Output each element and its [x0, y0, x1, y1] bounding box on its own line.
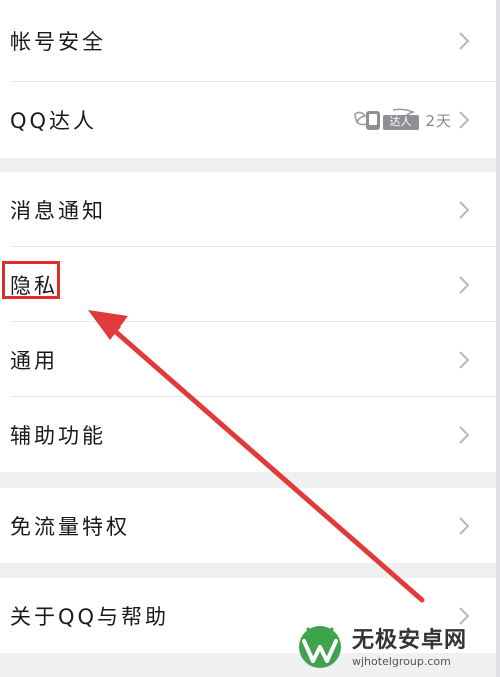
settings-item-label: 辅助功能: [10, 423, 106, 448]
settings-item-notifications[interactable]: 消息通知: [0, 172, 496, 247]
settings-group-account: 帐号安全 QQ达人 达人 2天: [0, 0, 496, 158]
watermark-logo-icon: [299, 626, 341, 668]
settings-item-accessibility[interactable]: 辅助功能: [0, 397, 496, 472]
qq-daren-badge-icon: 达人: [353, 108, 420, 132]
settings-item-label: 帐号安全: [10, 30, 106, 54]
watermark-name: 无极安卓网: [352, 628, 468, 653]
settings-item-qq-daren[interactable]: QQ达人 达人 2天: [0, 82, 496, 158]
chevron-right-icon: [456, 350, 472, 370]
qq-daren-status: 达人 2天: [353, 108, 452, 132]
settings-item-label: 消息通知: [10, 198, 106, 223]
settings-group-data-saver: 免流量特权: [0, 488, 496, 563]
chevron-right-icon: [456, 425, 472, 445]
settings-item-privacy[interactable]: 隐私: [0, 247, 496, 322]
settings-page: 帐号安全 QQ达人 达人 2天 消息通知 隐私 通用 辅助功能 免流量特权 关于…: [0, 0, 500, 677]
chevron-right-icon: [456, 110, 472, 130]
settings-item-account-security[interactable]: 帐号安全: [0, 0, 496, 82]
settings-item-label: 通用: [10, 348, 58, 373]
watermark-url: wjhotelgroup.com: [352, 655, 451, 668]
daren-days-count: 2天: [425, 111, 452, 130]
settings-item-label: 免流量特权: [10, 514, 130, 539]
site-watermark: 无极安卓网 wjhotelgroup.com: [294, 619, 490, 671]
settings-item-label: QQ达人: [10, 109, 98, 133]
chevron-right-icon: [456, 31, 472, 51]
settings-group-general: 消息通知 隐私 通用 辅助功能: [0, 172, 496, 472]
settings-item-label: 关于QQ与帮助: [10, 604, 170, 629]
badge-label: 达人: [389, 115, 412, 128]
settings-item-free-data[interactable]: 免流量特权: [0, 488, 496, 563]
scrollbar-edge: [496, 0, 500, 677]
privacy-highlight-box: [2, 261, 60, 299]
chevron-right-icon: [456, 275, 472, 295]
settings-item-general[interactable]: 通用: [0, 322, 496, 397]
chevron-right-icon: [456, 516, 472, 536]
chevron-right-icon: [456, 200, 472, 220]
